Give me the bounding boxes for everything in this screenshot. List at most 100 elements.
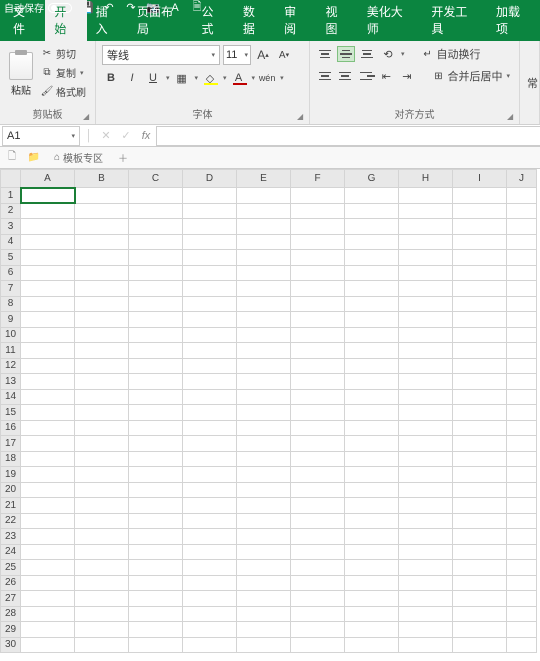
clipboard-launcher-icon[interactable]: ◢ bbox=[83, 112, 93, 122]
row-header[interactable]: 6 bbox=[1, 265, 21, 281]
cell[interactable] bbox=[345, 513, 399, 529]
cell[interactable] bbox=[345, 203, 399, 219]
row-header[interactable]: 13 bbox=[1, 374, 21, 390]
tab-review[interactable]: 审阅 bbox=[275, 0, 316, 41]
cell[interactable] bbox=[345, 312, 399, 328]
row-header[interactable]: 10 bbox=[1, 327, 21, 343]
cell[interactable] bbox=[345, 296, 399, 312]
cell[interactable] bbox=[75, 622, 129, 638]
cell[interactable] bbox=[183, 405, 237, 421]
cell[interactable] bbox=[345, 219, 399, 235]
row-header[interactable]: 21 bbox=[1, 498, 21, 514]
cell[interactable] bbox=[21, 591, 75, 607]
orientation-button[interactable]: ⟲ bbox=[379, 45, 397, 63]
cell[interactable] bbox=[291, 265, 345, 281]
increase-font-button[interactable]: A▴ bbox=[254, 46, 272, 64]
cell[interactable] bbox=[291, 296, 345, 312]
cell[interactable] bbox=[399, 482, 453, 498]
cell[interactable] bbox=[507, 606, 537, 622]
cell[interactable] bbox=[237, 436, 291, 452]
align-center-button[interactable] bbox=[337, 68, 355, 84]
cell[interactable] bbox=[237, 606, 291, 622]
tab-formulas[interactable]: 公式 bbox=[193, 0, 234, 41]
cell[interactable] bbox=[345, 529, 399, 545]
tab-developer[interactable]: 开发工具 bbox=[422, 0, 487, 41]
cell[interactable] bbox=[507, 498, 537, 514]
cell[interactable] bbox=[129, 420, 183, 436]
cell[interactable] bbox=[75, 234, 129, 250]
cell[interactable] bbox=[75, 358, 129, 374]
cell[interactable] bbox=[507, 575, 537, 591]
cell[interactable] bbox=[399, 234, 453, 250]
cancel-button[interactable]: ✕ bbox=[96, 126, 116, 146]
cell[interactable] bbox=[21, 188, 75, 204]
cell[interactable] bbox=[75, 560, 129, 576]
alignment-launcher-icon[interactable]: ◢ bbox=[507, 112, 517, 122]
cell[interactable] bbox=[75, 575, 129, 591]
align-bottom-button[interactable] bbox=[358, 46, 376, 62]
cell[interactable] bbox=[237, 544, 291, 560]
cell[interactable] bbox=[453, 498, 507, 514]
cell[interactable] bbox=[237, 591, 291, 607]
cell[interactable] bbox=[75, 219, 129, 235]
bold-button[interactable]: B bbox=[102, 69, 120, 87]
cell[interactable] bbox=[399, 203, 453, 219]
cell[interactable] bbox=[507, 358, 537, 374]
cell[interactable] bbox=[399, 265, 453, 281]
cell[interactable] bbox=[237, 529, 291, 545]
cell[interactable] bbox=[21, 358, 75, 374]
cell[interactable] bbox=[291, 203, 345, 219]
align-right-button[interactable] bbox=[357, 68, 375, 84]
cell[interactable] bbox=[129, 622, 183, 638]
cell[interactable] bbox=[345, 637, 399, 653]
cell[interactable] bbox=[75, 482, 129, 498]
row-header[interactable]: 27 bbox=[1, 591, 21, 607]
cell[interactable] bbox=[507, 513, 537, 529]
cell[interactable] bbox=[75, 265, 129, 281]
tab-file[interactable]: 文件 bbox=[4, 0, 45, 41]
row-header[interactable]: 17 bbox=[1, 436, 21, 452]
cell[interactable] bbox=[507, 281, 537, 297]
cell[interactable] bbox=[507, 296, 537, 312]
cell[interactable] bbox=[507, 343, 537, 359]
cell[interactable] bbox=[507, 451, 537, 467]
cell[interactable] bbox=[453, 234, 507, 250]
row-header[interactable]: 16 bbox=[1, 420, 21, 436]
row-header[interactable]: 24 bbox=[1, 544, 21, 560]
cell[interactable] bbox=[129, 637, 183, 653]
cell[interactable] bbox=[183, 343, 237, 359]
cell[interactable] bbox=[21, 405, 75, 421]
cell[interactable] bbox=[453, 451, 507, 467]
cell[interactable] bbox=[291, 374, 345, 390]
cell[interactable] bbox=[183, 544, 237, 560]
cell[interactable] bbox=[183, 451, 237, 467]
number-format-combo[interactable]: 常 bbox=[524, 43, 540, 122]
cell[interactable] bbox=[507, 234, 537, 250]
cell[interactable] bbox=[129, 281, 183, 297]
cell[interactable] bbox=[183, 575, 237, 591]
row-header[interactable]: 23 bbox=[1, 529, 21, 545]
cell[interactable] bbox=[21, 420, 75, 436]
cell[interactable] bbox=[183, 606, 237, 622]
wrap-text-button[interactable]: ↵自动换行 bbox=[419, 45, 484, 63]
row-header[interactable]: 20 bbox=[1, 482, 21, 498]
cell[interactable] bbox=[21, 451, 75, 467]
cell[interactable] bbox=[291, 560, 345, 576]
cell[interactable] bbox=[453, 467, 507, 483]
column-header[interactable]: A bbox=[21, 170, 75, 188]
cell[interactable] bbox=[453, 405, 507, 421]
cell[interactable] bbox=[75, 296, 129, 312]
cell[interactable] bbox=[291, 498, 345, 514]
cell[interactable] bbox=[507, 591, 537, 607]
cell[interactable] bbox=[21, 575, 75, 591]
cell[interactable] bbox=[129, 327, 183, 343]
align-top-button[interactable] bbox=[316, 46, 334, 62]
cell[interactable] bbox=[507, 467, 537, 483]
cell[interactable] bbox=[237, 343, 291, 359]
column-header[interactable]: G bbox=[345, 170, 399, 188]
cell[interactable] bbox=[21, 281, 75, 297]
cell[interactable] bbox=[183, 312, 237, 328]
cell[interactable] bbox=[291, 575, 345, 591]
cell[interactable] bbox=[291, 405, 345, 421]
cell[interactable] bbox=[345, 575, 399, 591]
